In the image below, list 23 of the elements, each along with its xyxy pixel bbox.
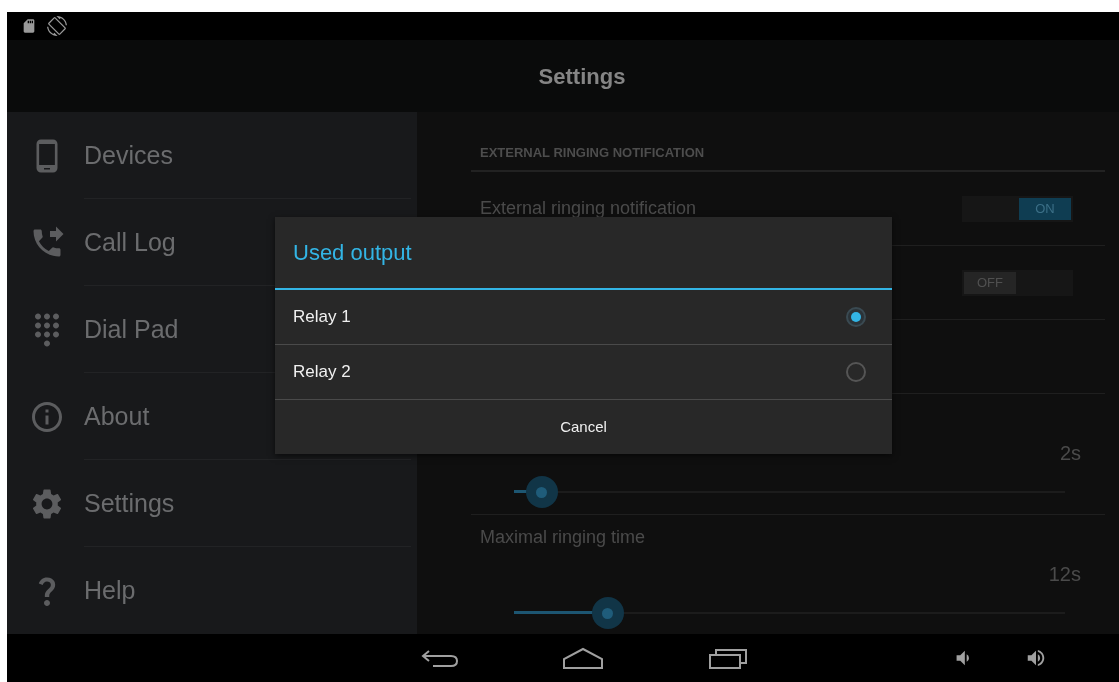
sidebar-item[interactable]: Devices [7, 112, 417, 199]
setting-label: Maximal ringing time [480, 525, 646, 549]
sidebar-item[interactable]: Settings [7, 460, 417, 547]
dialog-option[interactable]: Relay 1 [275, 290, 892, 345]
setting-value: 2s [1059, 441, 1081, 466]
slider[interactable] [514, 597, 1065, 629]
radio-button[interactable] [846, 362, 866, 382]
back-icon[interactable] [421, 648, 459, 668]
rotation-icon [47, 16, 67, 36]
sidebar-item[interactable]: Help [7, 547, 417, 634]
sd-card-icon [21, 17, 37, 35]
screen-title: Settings [538, 62, 626, 91]
dialog-option[interactable]: Relay 2 [275, 345, 892, 400]
setting-value: 12s [1048, 562, 1081, 587]
slider[interactable] [514, 476, 1065, 508]
recent-apps-icon[interactable] [709, 647, 747, 669]
dialog-title: Used output [293, 239, 412, 267]
radio-button[interactable] [846, 307, 866, 327]
cancel-button[interactable]: Cancel [275, 400, 892, 454]
home-icon[interactable] [563, 647, 603, 669]
setting-label: External ringing notification [480, 197, 698, 220]
volume-up-icon[interactable] [1025, 647, 1047, 669]
section-header: EXTERNAL RINGING NOTIFICATION [480, 145, 705, 160]
